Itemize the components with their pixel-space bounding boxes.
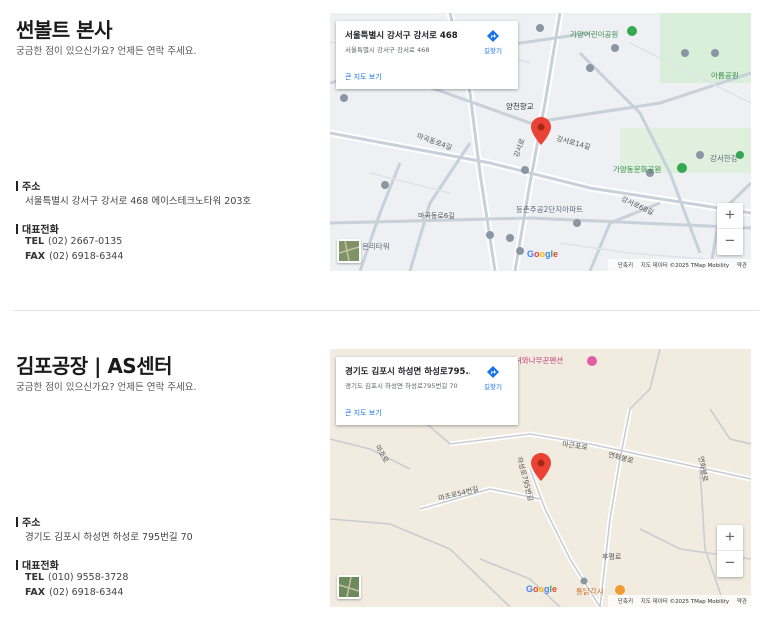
map-label: 온리타워: [362, 242, 390, 251]
larger-map-link[interactable]: 큰 지도 보기: [345, 408, 382, 418]
factory-address: 경기도 김포시 하성면 하성로 795번길 70: [25, 532, 193, 543]
map-info-card: 경기도 김포시 하성면 하성로795... 경기도 김포시 하성면 하성로795…: [336, 357, 518, 425]
shortcuts-link[interactable]: 단축키: [618, 263, 633, 269]
zoom-control: + −: [717, 203, 743, 255]
map-footer: 단축키 지도 데이터 ©2025 TMap Mobility 약관: [607, 259, 751, 271]
hq-map[interactable]: 양천향교 가양어린이공원 아름공원 가양동문화공원 등촌주공2단지아파트 강서한…: [330, 13, 751, 271]
tel-prefix: TEL: [25, 572, 45, 583]
zoom-in-button[interactable]: +: [717, 203, 743, 229]
directions-label: 길찾기: [484, 47, 502, 55]
info-address: 경기도 김포시 하성면 하성로795번길 70: [345, 382, 458, 390]
factory-phone-label: 대표전화: [16, 557, 59, 572]
map-info-card: 서울특별시 강서구 강서로 468 서울특별시 강서구 강서로 468 길찾기 …: [336, 21, 518, 89]
zoom-out-button[interactable]: −: [717, 229, 743, 255]
location-pin-icon[interactable]: [531, 117, 551, 145]
map-label: 등촌주공2단지아파트: [516, 205, 583, 214]
factory-tel: TEL (010) 9558-3728: [25, 572, 128, 583]
map-label: 마곡동로6길: [418, 212, 455, 220]
directions-icon: [487, 366, 499, 378]
map-data-text: 지도 데이터 ©2025 TMap Mobility: [640, 599, 730, 605]
directions-label: 길찾기: [484, 383, 502, 391]
fax-number: (02) 6918-6344: [49, 251, 124, 262]
hq-title: 썬볼트 본사: [16, 18, 112, 42]
hq-subtitle: 궁금한 점이 있으신가요? 언제든 연락 주세요.: [16, 46, 197, 57]
larger-map-link[interactable]: 큰 지도 보기: [345, 72, 382, 82]
tel-prefix: TEL: [25, 236, 45, 247]
zoom-in-button[interactable]: +: [717, 525, 743, 551]
satellite-toggle[interactable]: [337, 575, 361, 599]
tel-number: (010) 9558-3728: [48, 572, 129, 583]
hq-phone-label: 대표전화: [16, 221, 59, 236]
factory-subtitle: 궁금한 점이 있으신가요? 언제든 연락 주세요.: [16, 382, 197, 393]
fax-prefix: FAX: [25, 587, 46, 598]
google-logo: Google: [527, 249, 559, 259]
directions-button[interactable]: 길찾기: [478, 29, 508, 55]
factory-section: 김포공장 | AS센터 궁금한 점이 있으신가요? 언제든 연락 주세요. 주소…: [0, 336, 773, 626]
satellite-thumbnail-icon: [339, 577, 359, 597]
map-label: 강서한강: [710, 154, 738, 163]
section-divider: [14, 310, 759, 311]
map-label: 후평로: [602, 553, 622, 561]
fax-number: (02) 6918-6344: [49, 587, 124, 598]
hq-address-label: 주소: [16, 178, 40, 193]
map-label: 통닭각시: [576, 587, 604, 596]
shortcuts-link[interactable]: 단축키: [618, 599, 633, 605]
hq-fax: FAX (02) 6918-6344: [25, 251, 123, 262]
fax-prefix: FAX: [25, 251, 46, 262]
map-data-text: 지도 데이터 ©2025 TMap Mobility: [640, 263, 730, 269]
hq-tel: TEL (02) 2667-0135: [25, 236, 122, 247]
zoom-control: + −: [717, 525, 743, 577]
satellite-toggle[interactable]: [337, 239, 361, 263]
map-label: 양천향교: [506, 102, 534, 111]
terms-link[interactable]: 약관: [737, 599, 747, 605]
zoom-out-button[interactable]: −: [717, 551, 743, 577]
location-pin-icon[interactable]: [531, 453, 551, 481]
google-logo: Google: [526, 584, 558, 594]
map-footer: 단축키 지도 데이터 ©2025 TMap Mobility 약관: [607, 595, 751, 607]
map-label: 가양동문화공원: [613, 165, 662, 174]
factory-fax: FAX (02) 6918-6344: [25, 587, 123, 598]
directions-icon: [487, 30, 499, 42]
map-label: 아름공원: [711, 71, 739, 80]
factory-address-label: 주소: [16, 514, 40, 529]
map-label: 가양어린이공원: [570, 30, 619, 39]
hq-address: 서울특별시 강서구 강서로 468 에이스테크노타워 203호: [25, 196, 252, 207]
factory-title: 김포공장 | AS센터: [16, 354, 173, 378]
hq-section: 썬볼트 본사 궁금한 점이 있으신가요? 언제든 연락 주세요. 주소 서울특별…: [0, 0, 773, 300]
terms-link[interactable]: 약관: [737, 263, 747, 269]
satellite-thumbnail-icon: [339, 241, 359, 261]
info-title: 경기도 김포시 하성면 하성로795...: [345, 367, 470, 377]
factory-map[interactable]: 선녀와나무꾼펜션 마근포로 연화봉로 마조로54번길 하성로795번길 후평로 …: [330, 349, 751, 607]
directions-button[interactable]: 길찾기: [478, 365, 508, 391]
info-title: 서울특별시 강서구 강서로 468: [345, 31, 458, 41]
info-address: 서울특별시 강서구 강서로 468: [345, 46, 430, 54]
tel-number: (02) 2667-0135: [48, 236, 123, 247]
